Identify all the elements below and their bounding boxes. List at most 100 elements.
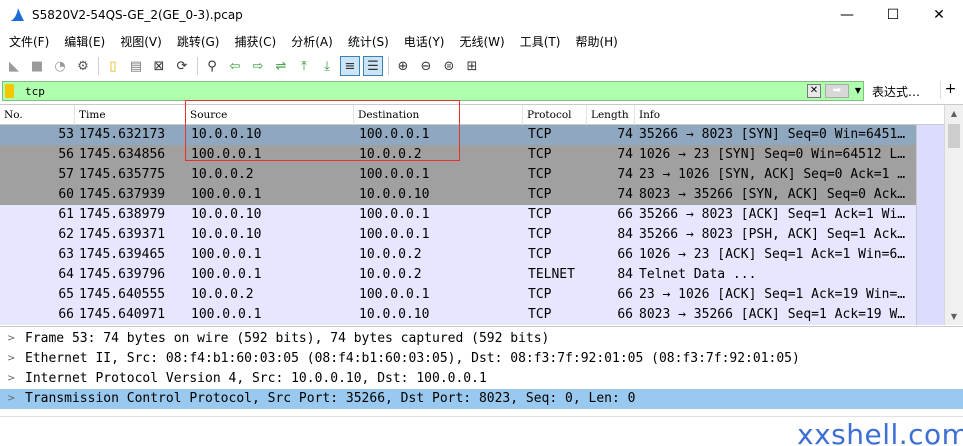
menu-edit[interactable]: 编辑(E)	[55, 33, 105, 50]
expression-button[interactable]: 表达式…	[872, 83, 920, 100]
cell-info: 8023 → 35266 [ACK] Seq=1 Ack=19 W…	[639, 307, 906, 322]
menu-telephony[interactable]: 电话(Y)	[395, 33, 445, 50]
scroll-up-icon[interactable]: ▲	[945, 105, 963, 122]
cell-length: 66	[617, 207, 633, 222]
table-row[interactable]: 53 1745.632173 10.0.0.10 100.0.0.1 TCP 74 3526…	[0, 125, 916, 145]
column-header-protocol[interactable]: Protocol	[523, 105, 587, 125]
shark-fin-icon[interactable]: ◣	[4, 56, 24, 76]
table-row[interactable]: 61 1745.638979 10.0.0.10 100.0.0.1 TCP 66 3526…	[0, 205, 916, 225]
zoom-reset-icon[interactable]: ⊜	[439, 56, 459, 76]
cell-protocol: TCP	[528, 127, 552, 142]
column-header-destination[interactable]: Destination	[354, 105, 523, 125]
autoscroll-icon[interactable]: ≡	[340, 56, 360, 76]
cell-protocol: TELNET	[528, 267, 575, 282]
menu-statistics[interactable]: 统计(S)	[339, 33, 389, 50]
cell-time: 1745.639465	[79, 247, 166, 262]
stop-icon[interactable]: ■	[27, 56, 47, 76]
back-icon[interactable]: ⇦	[225, 56, 245, 76]
chevron-right-icon[interactable]: >	[7, 329, 15, 349]
resize-columns-icon[interactable]: ⊞	[462, 56, 482, 76]
options-icon[interactable]: ⚙	[73, 56, 93, 76]
menu-bar: 文件(F) 编辑(E) 视图(V) 跳转(G) 捕获(C) 分析(A) 统计(S…	[0, 30, 963, 52]
table-row[interactable]: 60 1745.637939 100.0.0.1 10.0.0.10 TCP 74 8023…	[0, 185, 916, 205]
column-header-no[interactable]: No.	[0, 105, 75, 125]
scrollbar-thumb[interactable]	[948, 124, 960, 148]
close-file-icon[interactable]: ⊠	[149, 56, 169, 76]
menu-file[interactable]: 文件(F)	[0, 33, 49, 50]
last-icon[interactable]: ⤓	[317, 56, 337, 76]
chevron-down-icon[interactable]: ▼	[853, 85, 863, 97]
menu-view[interactable]: 视图(V)	[111, 33, 162, 50]
title-bar: S5820V2-54QS-GE_2(GE_0-3).pcap — ☐ ✕	[0, 0, 963, 30]
colorize-icon[interactable]: ☰	[363, 56, 383, 76]
cell-source: 10.0.0.2	[191, 287, 254, 302]
open-icon[interactable]: ▯	[103, 56, 123, 76]
zoom-in-icon[interactable]: ⊕	[393, 56, 413, 76]
find-icon[interactable]: ⚲	[202, 56, 222, 76]
clear-filter-icon[interactable]: ✕	[807, 84, 821, 98]
table-row[interactable]: 63 1745.639465 100.0.0.1 10.0.0.2 TCP 66 1026 …	[0, 245, 916, 265]
close-button[interactable]: ✕	[916, 0, 962, 30]
goto-icon[interactable]: ⇌	[271, 56, 291, 76]
cell-no: 63	[58, 247, 74, 262]
cell-protocol: TCP	[528, 247, 552, 262]
column-header-info[interactable]: Info	[635, 105, 944, 125]
chevron-right-icon[interactable]: >	[7, 389, 15, 409]
cell-destination: 10.0.0.10	[359, 307, 430, 322]
menu-wireless[interactable]: 无线(W)	[451, 33, 505, 50]
cell-no: 56	[58, 147, 74, 162]
vertical-scrollbar[interactable]: ▲ ▼	[944, 105, 963, 325]
cell-time: 1745.639796	[79, 267, 166, 282]
table-row[interactable]: 65 1745.640555 10.0.0.2 100.0.0.1 TCP 66 23 → …	[0, 285, 916, 305]
cell-protocol: TCP	[528, 187, 552, 202]
menu-help[interactable]: 帮助(H)	[566, 33, 617, 50]
table-row[interactable]: 56 1745.634856 100.0.0.1 10.0.0.2 TCP 74 1026 …	[0, 145, 916, 165]
column-header-time[interactable]: Time	[75, 105, 186, 125]
add-filter-button[interactable]: +	[940, 81, 960, 99]
detail-tree-item[interactable]: > Frame 53: 74 bytes on wire (592 bits), …	[0, 329, 963, 349]
table-row[interactable]: 64 1745.639796 100.0.0.1 10.0.0.2 TELNET 84 Te…	[0, 265, 916, 285]
table-row[interactable]: 57 1745.635775 10.0.0.2 100.0.0.1 TCP 74 23 → …	[0, 165, 916, 185]
cell-protocol: TCP	[528, 147, 552, 162]
table-row[interactable]: 66 1745.640971 100.0.0.1 10.0.0.10 TCP 66 8023…	[0, 305, 916, 325]
column-header-length[interactable]: Length	[587, 105, 635, 125]
toolbar-separator	[197, 57, 198, 75]
cell-destination: 100.0.0.1	[359, 287, 430, 302]
chevron-right-icon[interactable]: >	[7, 349, 15, 369]
menu-go[interactable]: 跳转(G)	[168, 33, 220, 50]
chevron-right-icon[interactable]: >	[7, 369, 15, 389]
packet-minimap[interactable]	[916, 125, 944, 325]
column-header-source[interactable]: Source	[186, 105, 354, 125]
menu-analyze[interactable]: 分析(A)	[282, 33, 333, 50]
detail-tree-item[interactable]: > Internet Protocol Version 4, Src: 10.0.…	[0, 369, 963, 389]
forward-icon[interactable]: ⇨	[248, 56, 268, 76]
cell-source: 100.0.0.1	[191, 147, 262, 162]
wireshark-fin-icon	[10, 8, 24, 21]
cell-time: 1745.640971	[79, 307, 166, 322]
detail-tree-item[interactable]: > Transmission Control Protocol, Src Port…	[0, 389, 963, 409]
table-row[interactable]: 62 1745.639371 10.0.0.10 100.0.0.1 TCP 84 3526…	[0, 225, 916, 245]
display-filter-field[interactable]: ✕ ➡ ▼	[2, 81, 864, 101]
menu-tools[interactable]: 工具(T)	[511, 33, 561, 50]
cell-destination: 10.0.0.10	[359, 187, 430, 202]
packet-rows: 53 1745.632173 10.0.0.10 100.0.0.1 TCP 74 3526…	[0, 125, 944, 325]
maximize-button[interactable]: ☐	[870, 0, 916, 30]
cell-length: 74	[617, 127, 633, 142]
cell-source: 10.0.0.2	[191, 167, 254, 182]
minimize-button[interactable]: —	[824, 0, 870, 30]
apply-filter-icon[interactable]: ➡	[825, 84, 849, 98]
zoom-out-icon[interactable]: ⊖	[416, 56, 436, 76]
reload-icon[interactable]: ⟳	[172, 56, 192, 76]
save-icon[interactable]: ▤	[126, 56, 146, 76]
scroll-down-icon[interactable]: ▼	[945, 308, 963, 325]
restart-icon[interactable]: ◔	[50, 56, 70, 76]
packet-list-header: No. Time Source Destination Protocol Len…	[0, 105, 944, 125]
packet-details: > Frame 53: 74 bytes on wire (592 bits), …	[0, 326, 963, 416]
detail-tree-item[interactable]: > Ethernet II, Src: 08:f4:b1:60:03:05 (08…	[0, 349, 963, 369]
bookmark-icon[interactable]	[5, 84, 14, 98]
cell-info: 23 → 1026 [ACK] Seq=1 Ack=19 Win=…	[639, 287, 906, 302]
cell-length: 66	[617, 247, 633, 262]
menu-capture[interactable]: 捕获(C)	[225, 33, 276, 50]
first-icon[interactable]: ⤒	[294, 56, 314, 76]
display-filter-input[interactable]	[25, 83, 795, 99]
